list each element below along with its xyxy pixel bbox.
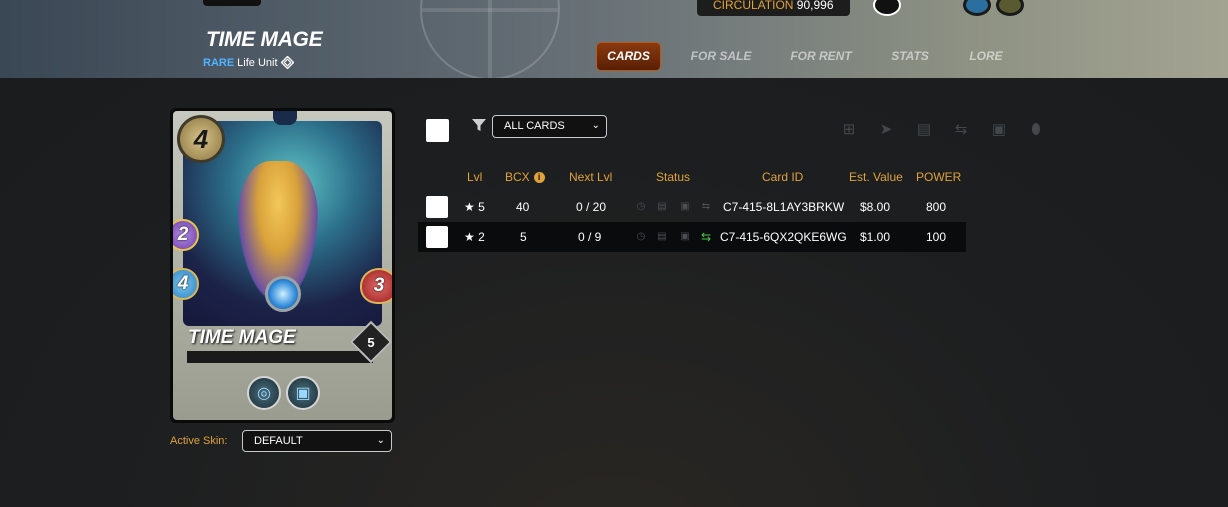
card-frame: 4 2 4 3 TIME MAGE 5 ◎ ▣ [173, 111, 392, 420]
market-icon[interactable]: ▤ [656, 201, 668, 213]
select-all-checkbox[interactable] [426, 119, 449, 142]
chevron-down-icon: ⌄ [376, 435, 385, 446]
cell-next-lvl: 0 / 20 [576, 200, 607, 214]
row-checkbox[interactable] [426, 196, 448, 218]
skin-select-value: DEFAULT [254, 435, 303, 447]
table-row[interactable]: ★ 5 40 0 / 20 ◷ ▤ ▣ ⇆ C7-415-8L1AY3BRKW … [418, 192, 966, 222]
tab-stats[interactable]: STATS [888, 43, 932, 70]
unit-type-label: Life Unit [237, 56, 278, 69]
combine-icon[interactable]: ⊞ [840, 121, 858, 139]
cell-power: 800 [926, 200, 947, 214]
page-title: TIME MAGE [206, 28, 323, 51]
cell-est-value: $8.00 [860, 200, 891, 214]
life-splinter-icon [280, 56, 294, 69]
col-lvl: Lvl [467, 170, 483, 184]
col-bcx-label: BCX [505, 170, 530, 184]
circulation-label: CIRCULATION [713, 0, 794, 12]
card-filter-select[interactable]: ALL CARDS ⌄ [492, 115, 607, 138]
mana-cost-badge: 4 [177, 115, 225, 163]
splinter-badge-icon [273, 111, 297, 125]
col-est-value: Est. Value [849, 170, 903, 184]
cell-lvl: ★ 5 [464, 200, 485, 214]
lock-icon[interactable]: ▣ [679, 231, 691, 243]
card-image: 4 2 4 3 TIME MAGE 5 ◎ ▣ [170, 108, 395, 423]
active-skin-label: Active Skin: [170, 435, 228, 447]
card-level: 5 [367, 334, 375, 350]
circulation-badge: CIRCULATION 90,996 [697, 0, 850, 16]
transfer-active-icon[interactable]: ⇆ [700, 231, 712, 243]
chevron-down-icon: ⌄ [591, 120, 600, 131]
col-status: Status [656, 170, 691, 184]
top-tab-stub[interactable] [203, 0, 261, 6]
clock-icon[interactable]: ◷ [635, 231, 647, 243]
cell-bcx: 5 [520, 230, 527, 244]
send-icon[interactable]: ➤ [877, 121, 895, 139]
ability-2-icon[interactable]: ▣ [286, 376, 320, 410]
col-next-lvl: Next Lvl [569, 170, 613, 184]
transfer-icon[interactable]: ⇆ [952, 121, 970, 139]
cell-power: 100 [926, 230, 947, 244]
card-description-bar [187, 351, 373, 363]
card-type-icon[interactable] [996, 0, 1024, 16]
skin-select[interactable]: DEFAULT ⌄ [242, 430, 392, 452]
ability-1-icon[interactable]: ◎ [247, 376, 281, 410]
circulation-value: 90,996 [796, 0, 834, 12]
market-icon[interactable]: ▤ [656, 231, 668, 243]
table-row[interactable]: ★ 2 5 0 / 9 ◷ ▤ ▣ ⇆ C7-415-6QX2QKE6WG $1… [418, 222, 966, 252]
tab-cards[interactable]: CARDS [597, 43, 660, 70]
cell-est-value: $1.00 [860, 230, 891, 244]
card-filter-value: ALL CARDS [504, 120, 565, 132]
card-subtitle: RARE Life Unit [203, 56, 294, 69]
card-name: TIME MAGE [188, 327, 296, 348]
edition-icon[interactable] [963, 0, 991, 16]
card-header: TIME MAGE RARE Life Unit CIRCULATION 90,… [0, 0, 1228, 78]
cell-bcx: 40 [516, 200, 530, 214]
rarity-label: RARE [203, 56, 235, 69]
tab-for-sale[interactable]: FOR SALE [688, 43, 754, 70]
life-element-icon[interactable] [873, 0, 901, 16]
cell-card-id[interactable]: C7-415-6QX2QKE6WG [720, 222, 847, 252]
market-icon[interactable]: ▤ [915, 121, 933, 139]
col-card-id: Card ID [762, 170, 804, 184]
cell-next-lvl: 0 / 9 [578, 230, 602, 244]
cell-lvl: ★ 2 [464, 230, 485, 244]
compass-watermark-icon [420, 0, 560, 78]
clock-icon[interactable]: ◷ [635, 201, 647, 213]
lock-icon[interactable]: ▣ [679, 201, 691, 213]
tab-for-rent[interactable]: FOR RENT [788, 43, 854, 70]
info-icon[interactable]: i [533, 171, 545, 183]
transfer-icon[interactable]: ⇆ [700, 201, 712, 213]
col-bcx: BCX i [505, 170, 545, 184]
tab-lore[interactable]: LORE [966, 43, 1006, 70]
lock-icon[interactable]: ▣ [990, 121, 1008, 139]
filter-icon[interactable] [472, 118, 486, 132]
col-power: POWER [916, 170, 962, 184]
cell-card-id[interactable]: C7-415-8L1AY3BRKW [723, 192, 844, 222]
health-stat: 3 [360, 268, 392, 304]
row-checkbox[interactable] [426, 226, 448, 248]
burn-icon[interactable]: ⬮ [1027, 121, 1045, 139]
life-gem-icon [265, 276, 301, 312]
